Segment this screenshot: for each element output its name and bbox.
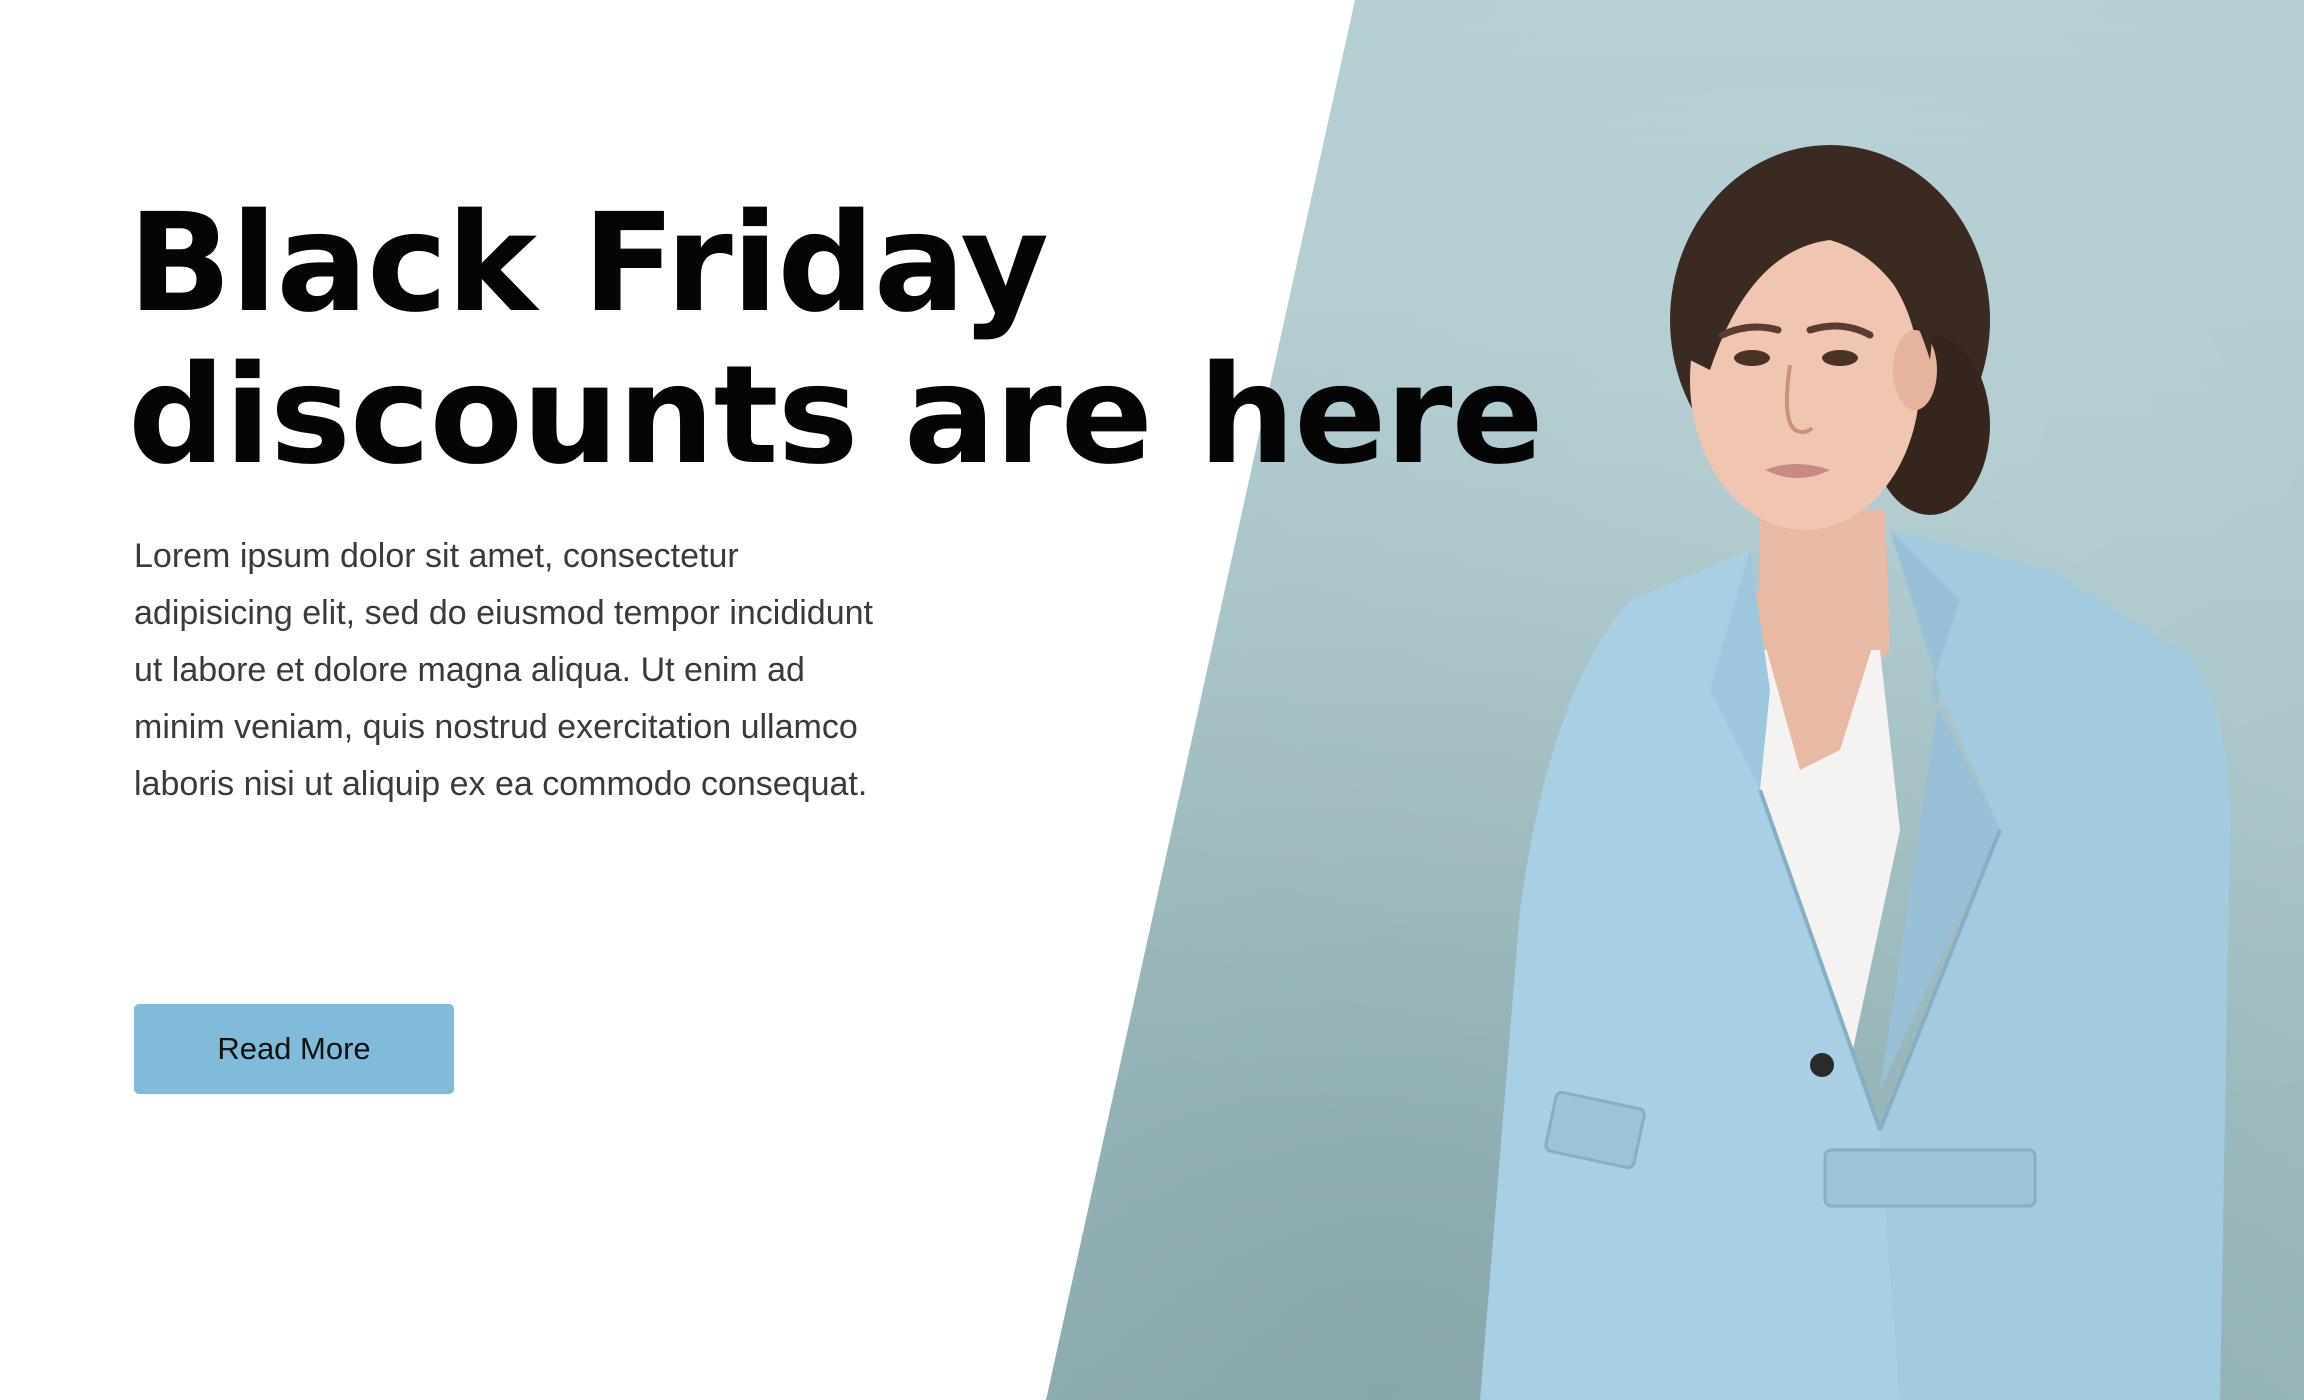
headline-line-1: Black Friday xyxy=(128,185,1049,343)
headline-line-2: discounts are here xyxy=(128,337,1544,495)
read-more-button[interactable]: Read More xyxy=(134,1004,454,1094)
woman-portrait-image xyxy=(1460,130,2260,1400)
hero-headline: Black Friday discounts are here xyxy=(128,185,1544,495)
hero-section: Black Friday discounts are here Lorem ip… xyxy=(0,0,2304,1400)
hero-description: Lorem ipsum dolor sit amet, consectetur … xyxy=(134,537,873,803)
